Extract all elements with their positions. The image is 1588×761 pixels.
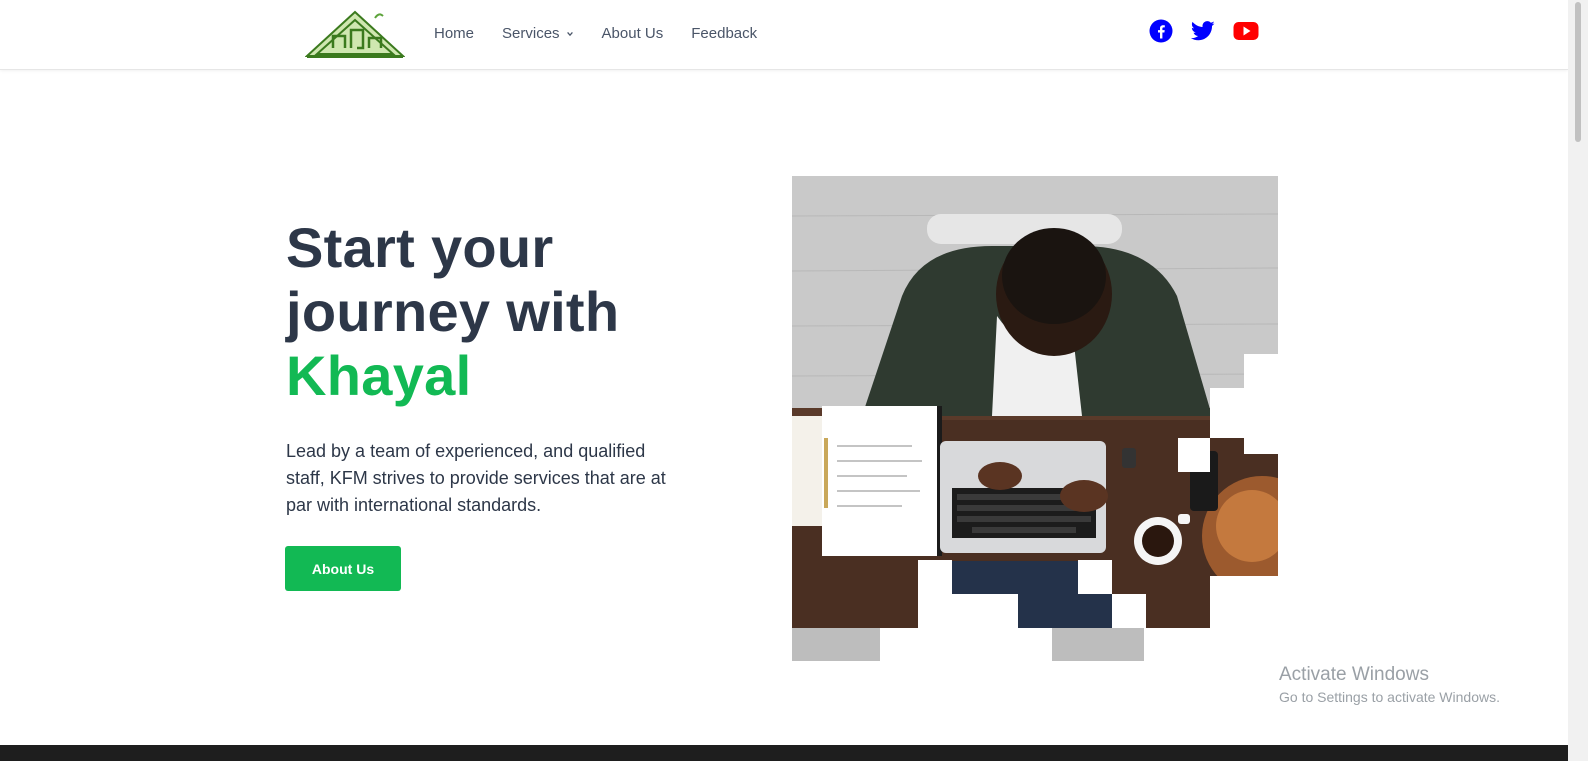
site-header: Home Services About Us Feedback <box>0 0 1568 70</box>
facebook-link[interactable] <box>1149 19 1173 48</box>
page-scrollbar[interactable] <box>1568 0 1588 761</box>
scrollbar-thumb[interactable] <box>1575 2 1581 142</box>
nav-feedback-label: Feedback <box>691 25 758 42</box>
nav-feedback[interactable]: Feedback <box>691 24 757 44</box>
nav-about-us[interactable]: About Us <box>602 24 664 44</box>
twitter-link[interactable] <box>1190 20 1215 47</box>
chevron-down-icon <box>566 31 573 37</box>
facebook-icon <box>1149 19 1173 43</box>
watermark-title: Activate Windows <box>1279 664 1429 685</box>
hero-image <box>792 176 1278 661</box>
hero-title: Start your journey with Khayal <box>286 216 619 408</box>
hero-title-line-2: journey with <box>286 280 620 343</box>
watermark-subtitle: Go to Settings to activate Windows. <box>1279 689 1500 705</box>
hero-title-line-1: Start your <box>286 216 554 279</box>
nav-services[interactable]: Services <box>502 24 574 44</box>
hero-description: Lead by a team of experienced, and quali… <box>286 441 666 515</box>
logo[interactable] <box>305 8 405 60</box>
youtube-link[interactable] <box>1233 21 1259 46</box>
nav-home-label: Home <box>434 25 475 42</box>
main-nav: Home Services About Us Feedback <box>434 24 785 44</box>
about-us-button[interactable]: About Us <box>285 546 401 591</box>
social-links <box>1149 19 1259 48</box>
twitter-icon <box>1190 21 1215 41</box>
nav-home[interactable]: Home <box>434 24 474 44</box>
youtube-icon <box>1233 22 1259 40</box>
nav-about-us-label: About Us <box>601 25 664 42</box>
next-section-edge <box>0 745 1568 761</box>
about-us-button-label: About Us <box>311 560 375 577</box>
hero-title-accent: Khayal <box>286 344 472 407</box>
nav-services-label: Services <box>502 25 560 42</box>
activate-windows-watermark: Activate Windows Go to Settings to activ… <box>1279 663 1500 707</box>
